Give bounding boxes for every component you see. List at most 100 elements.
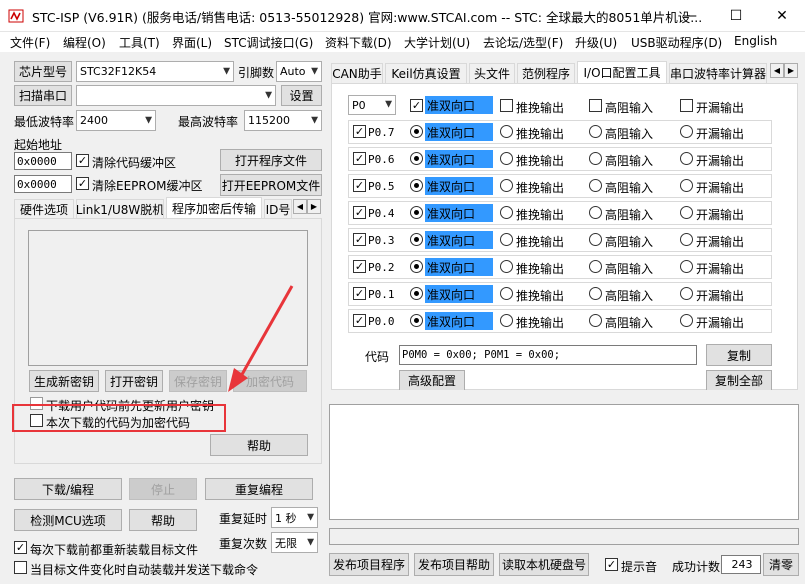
tab-scroll-left-icon[interactable]: ◀ — [770, 63, 784, 78]
open-drain-radio[interactable] — [680, 206, 693, 219]
tab-scroll-right-icon[interactable]: ▶ — [784, 63, 798, 78]
push-pull-radio[interactable] — [500, 125, 513, 138]
maximize-button[interactable]: ☐ — [713, 0, 759, 32]
header-push-pull-checkbox[interactable] — [500, 99, 513, 112]
menu-tools[interactable]: 工具(T) — [119, 34, 160, 51]
tab-scroll-left-icon[interactable]: ◀ — [293, 199, 307, 214]
clear-code-checkbox[interactable]: ✓ — [76, 154, 89, 167]
menu-interface[interactable]: 界面(L) — [172, 34, 212, 51]
close-button[interactable]: ✕ — [759, 0, 805, 32]
read-disk-number-button[interactable]: 读取本机硬盘号 — [499, 553, 589, 576]
tab-scroll-right-icon[interactable]: ▶ — [307, 199, 321, 214]
pin-enable-checkbox[interactable]: ✓ — [353, 287, 366, 300]
quasi-bidir-radio[interactable] — [410, 125, 423, 138]
open-key-button[interactable]: 打开密钥 — [105, 370, 163, 392]
menu-university[interactable]: 大学计划(U) — [404, 34, 470, 51]
pin-enable-checkbox[interactable]: ✓ — [353, 314, 366, 327]
scan-port-button[interactable]: 扫描串口 — [14, 85, 72, 106]
tab-baud-calculator[interactable]: 串口波特率计算器 — [669, 63, 767, 83]
quasi-bidir-radio[interactable] — [410, 233, 423, 246]
port-group-select[interactable]: P0 ▼ — [348, 95, 396, 115]
chip-type-button[interactable]: 芯片型号 — [14, 61, 72, 82]
menu-usb-driver[interactable]: USB驱动程序(D) — [631, 34, 722, 51]
header-open-drain-checkbox[interactable] — [680, 99, 693, 112]
menu-program[interactable]: 编程(O) — [63, 34, 106, 51]
tab-can-helper[interactable]: CAN助手 — [331, 63, 383, 83]
quasi-bidir-radio[interactable] — [410, 260, 423, 273]
generate-key-button[interactable]: 生成新密钥 — [29, 370, 99, 392]
clear-eeprom-checkbox[interactable]: ✓ — [76, 177, 89, 190]
tab-encrypted-transfer[interactable]: 程序加密后传输 — [166, 197, 262, 219]
quasi-bidir-radio[interactable] — [410, 179, 423, 192]
high-z-radio[interactable] — [589, 206, 602, 219]
tab-header-file[interactable]: 头文件 — [469, 63, 515, 83]
push-pull-radio[interactable] — [500, 314, 513, 327]
pin-enable-checkbox[interactable]: ✓ — [353, 152, 366, 165]
check-mcu-button[interactable]: 检测MCU选项 — [14, 509, 122, 531]
quasi-bidir-radio[interactable] — [410, 152, 423, 165]
quasi-bidir-radio[interactable] — [410, 314, 423, 327]
push-pull-radio[interactable] — [500, 233, 513, 246]
push-pull-radio[interactable] — [500, 287, 513, 300]
help-button[interactable]: 帮助 — [210, 434, 308, 456]
advanced-config-button[interactable]: 高级配置 — [399, 370, 465, 390]
reprogram-button[interactable]: 重复编程 — [205, 478, 313, 500]
push-pull-radio[interactable] — [500, 206, 513, 219]
chip-type-select[interactable]: STC32F12K54 ▼ — [76, 61, 234, 82]
high-z-radio[interactable] — [589, 314, 602, 327]
push-pull-radio[interactable] — [500, 179, 513, 192]
quasi-bidir-radio[interactable] — [410, 206, 423, 219]
stop-button[interactable]: 停止 — [129, 478, 197, 500]
reload-file-checkbox[interactable]: ✓ — [14, 541, 27, 554]
max-baud-select[interactable]: 115200 ▼ — [244, 110, 322, 131]
menu-forum[interactable]: 去论坛/选型(F) — [483, 34, 563, 51]
menu-upgrade[interactable]: 升级(U) — [575, 34, 617, 51]
tab-keil-emulation[interactable]: Keil仿真设置 — [385, 63, 467, 83]
eeprom-start-address-input[interactable]: 0x0000 — [14, 175, 72, 193]
min-baud-select[interactable]: 2400 ▼ — [76, 110, 156, 131]
open-drain-radio[interactable] — [680, 125, 693, 138]
open-program-file-button[interactable]: 打开程序文件 — [220, 149, 322, 171]
pin-count-select[interactable]: Auto ▼ — [276, 61, 322, 82]
settings-button[interactable]: 设置 — [281, 85, 322, 106]
code-start-address-input[interactable]: 0x0000 — [14, 152, 72, 170]
high-z-radio[interactable] — [589, 233, 602, 246]
menu-downloads[interactable]: 资料下载(D) — [325, 34, 392, 51]
repeat-count-select[interactable]: 无限 ▼ — [271, 532, 318, 553]
tab-io-config[interactable]: I/O口配置工具 — [577, 61, 667, 83]
code-output-field[interactable]: P0M0 = 0x00; P0M1 = 0x00; — [399, 345, 697, 365]
publish-program-button[interactable]: 发布项目程序 — [329, 553, 409, 576]
quasi-bidir-radio[interactable] — [410, 287, 423, 300]
publish-help-button[interactable]: 发布项目帮助 — [414, 553, 494, 576]
output-log-area[interactable] — [329, 404, 799, 520]
header-quasi-bidir-checkbox[interactable]: ✓ — [410, 99, 423, 112]
tab-hardware-options[interactable]: 硬件选项 — [14, 199, 74, 219]
menu-file[interactable]: 文件(F) — [10, 34, 50, 51]
minimize-button[interactable]: — — [667, 0, 713, 32]
open-drain-radio[interactable] — [680, 233, 693, 246]
push-pull-radio[interactable] — [500, 152, 513, 165]
high-z-radio[interactable] — [589, 179, 602, 192]
help-button-2[interactable]: 帮助 — [129, 509, 197, 531]
high-z-radio[interactable] — [589, 260, 602, 273]
copy-button[interactable]: 复制 — [706, 344, 772, 366]
high-z-radio[interactable] — [589, 125, 602, 138]
repeat-delay-select[interactable]: 1 秒 ▼ — [271, 507, 318, 528]
tab-link1-offline[interactable]: Link1/U8W脱机 — [76, 199, 164, 219]
auto-load-checkbox[interactable] — [14, 561, 27, 574]
pin-enable-checkbox[interactable]: ✓ — [353, 260, 366, 273]
download-program-button[interactable]: 下载/编程 — [14, 478, 122, 500]
menu-debug-interface[interactable]: STC调试接口(G) — [224, 34, 313, 51]
open-drain-radio[interactable] — [680, 260, 693, 273]
push-pull-radio[interactable] — [500, 260, 513, 273]
pin-enable-checkbox[interactable]: ✓ — [353, 125, 366, 138]
pin-enable-checkbox[interactable]: ✓ — [353, 179, 366, 192]
copy-all-button[interactable]: 复制全部 — [706, 370, 772, 390]
menu-english[interactable]: English — [734, 34, 777, 48]
tab-id-number[interactable]: ID号 — [264, 199, 292, 219]
clear-count-button[interactable]: 清零 — [763, 553, 799, 576]
high-z-radio[interactable] — [589, 152, 602, 165]
header-high-z-checkbox[interactable] — [589, 99, 602, 112]
open-drain-radio[interactable] — [680, 287, 693, 300]
pin-enable-checkbox[interactable]: ✓ — [353, 206, 366, 219]
